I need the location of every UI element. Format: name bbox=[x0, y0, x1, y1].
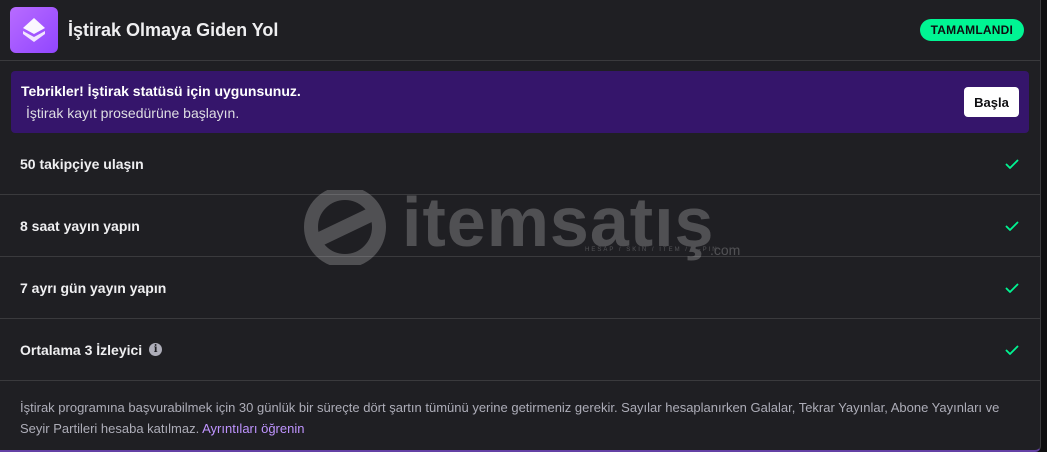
requirements-list: 50 takipçiye ulaşın 8 saat yayın yapın 7… bbox=[0, 133, 1040, 381]
checkmark-icon bbox=[1005, 159, 1019, 169]
banner-subtitle: İştirak kayıt prosedürüne başlayın. bbox=[26, 105, 240, 121]
requirement-item: Ortalama 3 İzleyici i bbox=[0, 319, 1040, 381]
requirement-label: Ortalama 3 İzleyici bbox=[20, 341, 143, 358]
affiliate-badge-icon bbox=[10, 7, 58, 53]
eligibility-banner: Tebrikler! İştirak statüsü için uygunsun… bbox=[11, 71, 1029, 133]
requirement-item: 7 ayrı gün yayın yapın bbox=[0, 257, 1040, 319]
requirement-item: 50 takipçiye ulaşın bbox=[0, 133, 1040, 195]
status-badge: TAMAMLANDI bbox=[919, 19, 1024, 41]
requirement-item: 8 saat yayın yapın bbox=[0, 195, 1040, 257]
start-button[interactable]: Başla bbox=[964, 87, 1019, 117]
requirement-label-wrap: Ortalama 3 İzleyici i bbox=[20, 342, 1004, 358]
learn-more-link[interactable]: Ayrıntıları öğrenin bbox=[202, 421, 304, 436]
info-icon[interactable]: i bbox=[149, 343, 163, 356]
requirement-label: 7 ayrı gün yayın yapın bbox=[20, 279, 167, 296]
footer-note: İştirak programına başvurabilmek için 30… bbox=[0, 381, 1040, 450]
banner-text: Tebrikler! İştirak statüsü için uygunsun… bbox=[21, 83, 964, 121]
requirement-label: 50 takipçiye ulaşın bbox=[20, 155, 144, 172]
checkmark-icon bbox=[1005, 283, 1019, 293]
affiliate-path-card: İştirak Olmaya Giden Yol TAMAMLANDI Tebr… bbox=[0, 0, 1041, 452]
banner-title: Tebrikler! İştirak statüsü için uygunsun… bbox=[21, 83, 301, 99]
checkmark-icon bbox=[1005, 221, 1019, 231]
page-title: İştirak Olmaya Giden Yol bbox=[68, 19, 279, 40]
card-header: İştirak Olmaya Giden Yol TAMAMLANDI bbox=[0, 0, 1040, 61]
requirement-label: 8 saat yayın yapın bbox=[20, 217, 140, 234]
footer-text: İştirak programına başvurabilmek için 30… bbox=[20, 400, 1000, 436]
checkmark-icon bbox=[1005, 345, 1019, 355]
